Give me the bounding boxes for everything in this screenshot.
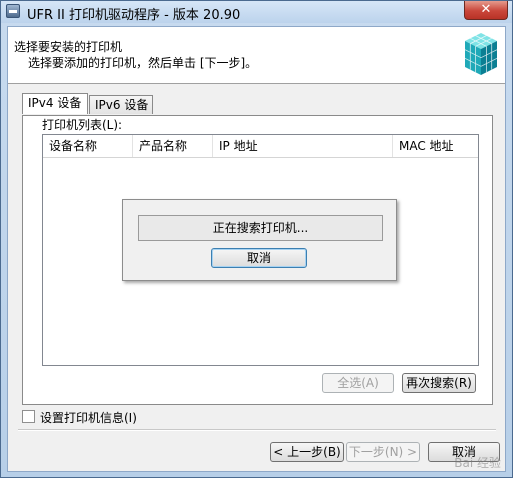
wizard-header: 选择要安装的打印机 选择要添加的打印机，然后单击 [下一步]。: [8, 27, 505, 84]
search-status: 正在搜索打印机...: [138, 215, 383, 241]
cube-logo-icon: [464, 33, 498, 75]
installer-window: UFR II 打印机驱动程序 - 版本 20.90 ✕ 选择要安装的打印机 选择…: [0, 0, 513, 478]
dialog-client-area: 选择要安装的打印机 选择要添加的打印机，然后单击 [下一步]。 IPv4 设备 …: [7, 26, 506, 472]
title-bar[interactable]: UFR II 打印机驱动程序 - 版本 20.90 ✕: [1, 1, 512, 23]
search-cancel-button[interactable]: 取消: [211, 248, 307, 268]
printer-app-icon: [6, 4, 20, 18]
column-device-name[interactable]: 设备名称: [43, 135, 133, 157]
column-product-name[interactable]: 产品名称: [133, 135, 213, 157]
printer-list-header: 设备名称 产品名称 IP 地址 MAC 地址: [43, 135, 478, 158]
set-printer-info-checkbox[interactable]: [22, 410, 35, 423]
tab-ipv6[interactable]: IPv6 设备: [89, 95, 153, 114]
tab-ipv4[interactable]: IPv4 设备: [22, 93, 88, 114]
searching-dialog: 正在搜索打印机... 取消: [122, 199, 397, 281]
next-button[interactable]: 下一步(N) >: [346, 442, 420, 462]
watermark: Bai 经验: [454, 456, 501, 470]
close-button[interactable]: ✕: [464, 1, 508, 20]
printer-list-label: 打印机列表(L):: [42, 118, 123, 132]
search-again-button[interactable]: 再次搜索(R): [402, 373, 476, 393]
back-button[interactable]: < 上一步(B): [270, 442, 344, 462]
footer-separator: [18, 429, 496, 431]
select-all-button[interactable]: 全选(A): [322, 373, 394, 393]
header-subtitle: 选择要添加的打印机，然后单击 [下一步]。: [28, 56, 258, 70]
column-ip-address[interactable]: IP 地址: [213, 135, 393, 157]
window-title: UFR II 打印机驱动程序 - 版本 20.90: [27, 8, 241, 23]
column-mac-address[interactable]: MAC 地址: [393, 135, 480, 157]
set-printer-info-label[interactable]: 设置打印机信息(I): [40, 409, 137, 426]
header-title: 选择要安装的打印机: [14, 40, 123, 54]
